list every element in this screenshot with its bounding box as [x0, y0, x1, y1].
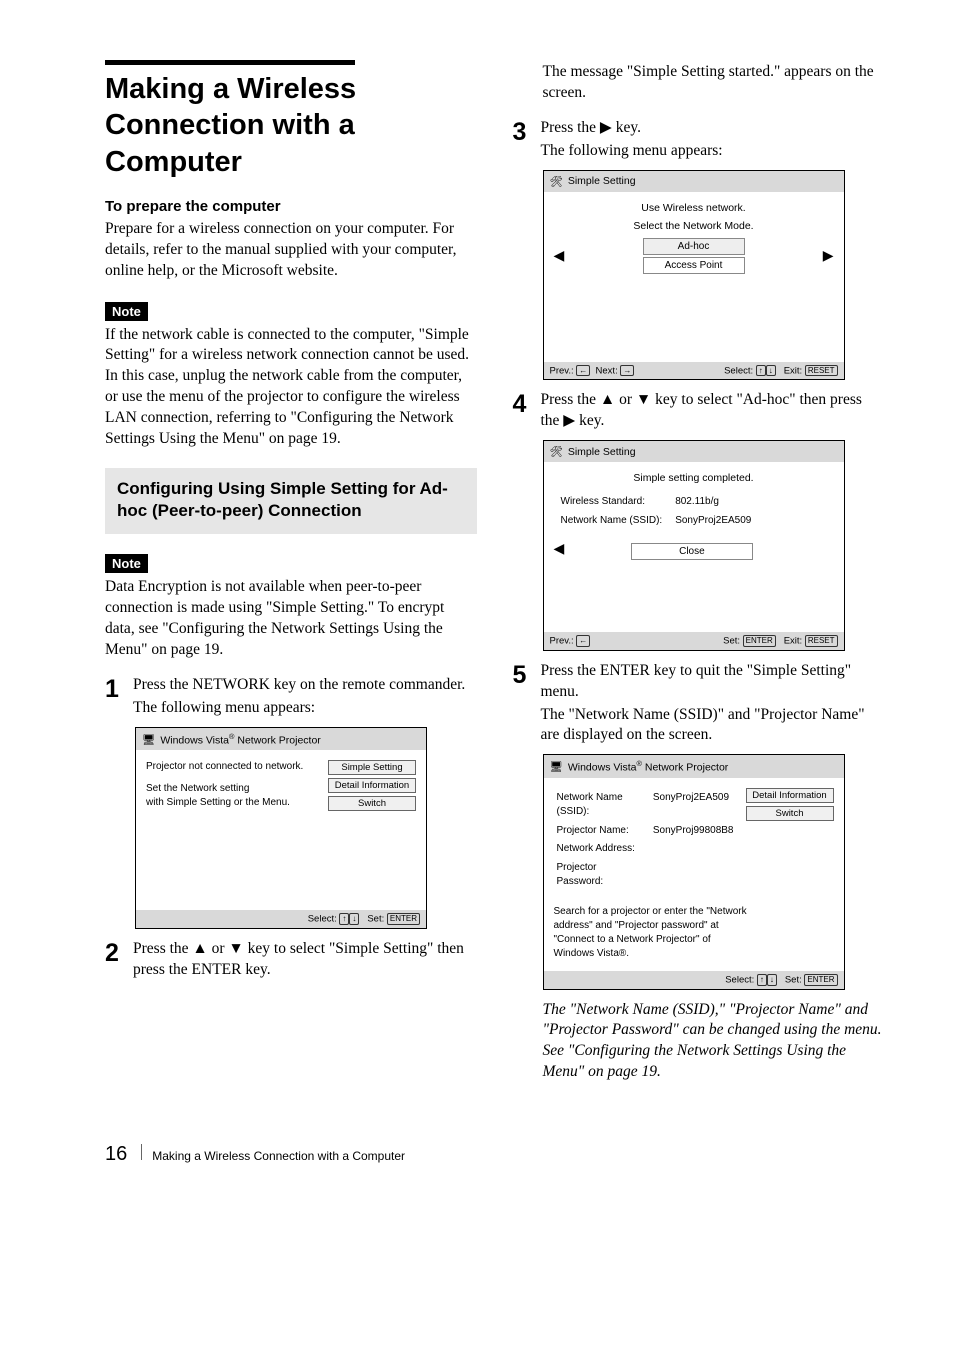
step-3-line-2: The following menu appears: — [541, 141, 885, 162]
ss3-title: Simple Setting — [568, 446, 636, 458]
right-intro: The message "Simple Setting started." ap… — [543, 62, 885, 104]
note-label-1: Note — [105, 302, 148, 321]
ss4-copy-l3: "Connect to a Network Projector" of — [554, 933, 834, 947]
ss4-title: Windows Vista® Network Projector — [568, 759, 728, 774]
screenshot-1: 🖥 Windows Vista® Network Projector Proje… — [135, 727, 427, 929]
ss2-footer-left: Prev.: ← Next: → — [550, 365, 635, 377]
ss2-footer-right: Select: ↑↓ Exit: RESET — [724, 365, 837, 377]
ss2-option-adhoc[interactable]: Ad-hoc — [643, 238, 745, 255]
ss1-line1: Projector not connected to network. — [146, 760, 303, 774]
ss4-k-projname: Projector Name: — [556, 823, 650, 840]
ss1-title: Windows Vista® Network Projector — [160, 732, 320, 747]
ss4-v-projname: SonyProj99808B8 — [652, 823, 744, 840]
left-arrow-icon[interactable]: ◀ — [554, 247, 565, 264]
step-2: 2 Press the ▲ or ▼ key to select "Simple… — [105, 939, 477, 981]
left-arrow-icon[interactable]: ◀ — [554, 540, 565, 557]
step-4-text: Press the ▲ or ▼ key to select "Ad-hoc" … — [541, 390, 885, 432]
title-rule — [105, 60, 355, 65]
step-1-number: 1 — [105, 677, 133, 702]
step-3: 3 Press the ▶ key. The following menu ap… — [513, 118, 885, 162]
step-2-number: 2 — [105, 941, 133, 966]
ss4-copy-l4: Windows Vista®. — [554, 947, 834, 961]
ss3-k-standard: Wireless Standard: — [560, 494, 673, 511]
ss1-btn-switch[interactable]: Switch — [328, 796, 416, 811]
ss4-copy-l2: address" and "Projector password" at — [554, 919, 834, 933]
para-prepare: Prepare for a wireless connection on you… — [105, 219, 477, 282]
ss1-line3: with Simple Setting or the Menu. — [146, 796, 303, 810]
italic-footnote: The "Network Name (SSID)," "Projector Na… — [543, 1000, 885, 1084]
settings-icon: 🛠 — [550, 175, 563, 188]
step-3-number: 3 — [513, 120, 541, 145]
monitor-icon: 🖥 — [550, 760, 563, 773]
ss1-line2: Set the Network setting — [146, 782, 303, 796]
ss4-copy-l1: Search for a projector or enter the "Net… — [554, 905, 834, 919]
ss3-line1: Simple setting completed. — [554, 472, 834, 484]
settings-icon: 🛠 — [550, 445, 563, 458]
step-5: 5 Press the ENTER key to quit the "Simpl… — [513, 661, 885, 747]
step-3-line-1: Press the ▶ key. — [541, 118, 885, 139]
monitor-icon: 🖥 — [142, 733, 155, 746]
ss4-btn-detail-info[interactable]: Detail Information — [746, 788, 834, 803]
ss1-btn-simple-setting[interactable]: Simple Setting — [328, 760, 416, 775]
ss1-footer-right: Select: ↑↓ Set: ENTER — [308, 913, 420, 925]
section-heading-box: Configuring Using Simple Setting for Ad-… — [105, 468, 477, 534]
ss3-v-ssid: SonyProj2EA509 — [674, 513, 761, 530]
ss1-btn-detail-info[interactable]: Detail Information — [328, 778, 416, 793]
step-5-line-2: The "Network Name (SSID)" and "Projector… — [541, 705, 885, 747]
subhead-prepare: To prepare the computer — [105, 198, 477, 215]
step-1-line-1: Press the NETWORK key on the remote comm… — [133, 675, 477, 696]
section-heading-text: Configuring Using Simple Setting for Ad-… — [117, 478, 465, 522]
ss3-close-button[interactable]: Close — [631, 543, 753, 560]
ss4-k-addr: Network Address: — [556, 841, 650, 858]
screenshot-4: 🖥 Windows Vista® Network Projector Netwo… — [543, 754, 845, 989]
page-title: Making a Wireless Connection with a Comp… — [105, 71, 477, 180]
ss2-title: Simple Setting — [568, 175, 636, 187]
step-2-text: Press the ▲ or ▼ key to select "Simple S… — [133, 939, 477, 981]
ss3-footer-right: Set: ENTER Exit: RESET — [723, 635, 837, 647]
note-text-1: If the network cable is connected to the… — [105, 325, 477, 451]
ss3-k-ssid: Network Name (SSID): — [560, 513, 673, 530]
note-label-2: Note — [105, 554, 148, 573]
ss2-line2: Select the Network Mode. — [554, 220, 834, 232]
right-arrow-icon[interactable]: ▶ — [823, 247, 834, 264]
page-footer: 16 Making a Wireless Connection with a C… — [105, 1143, 884, 1166]
screenshot-3: 🛠 Simple Setting Simple setting complete… — [543, 440, 845, 651]
step-5-line-1: Press the ENTER key to quit the "Simple … — [541, 661, 885, 703]
note-text-2: Data Encryption is not available when pe… — [105, 577, 477, 661]
step-1: 1 Press the NETWORK key on the remote co… — [105, 675, 477, 719]
step-1-line-2: The following menu appears: — [133, 698, 477, 719]
ss2-line1: Use Wireless network. — [554, 202, 834, 214]
screenshot-2: 🛠 Simple Setting Use Wireless network. S… — [543, 170, 845, 381]
step-5-number: 5 — [513, 663, 541, 688]
ss2-option-access-point[interactable]: Access Point — [643, 257, 745, 274]
ss4-footer-right: Select: ↑↓ Set: ENTER — [725, 974, 837, 986]
ss3-v-standard: 802.11b/g — [674, 494, 761, 511]
ss4-v-ssid: SonyProj2EA509 — [652, 790, 744, 821]
step-4: 4 Press the ▲ or ▼ key to select "Ad-hoc… — [513, 390, 885, 432]
ss4-btn-switch[interactable]: Switch — [746, 806, 834, 821]
step-4-number: 4 — [513, 392, 541, 417]
ss3-footer-left: Prev.: ← — [550, 635, 591, 647]
ss4-k-ssid: Network Name (SSID): — [556, 790, 650, 821]
page-number: 16 — [105, 1143, 127, 1166]
footer-title: Making a Wireless Connection with a Comp… — [152, 1149, 405, 1163]
ss4-k-pass: Projector Password: — [556, 860, 650, 891]
